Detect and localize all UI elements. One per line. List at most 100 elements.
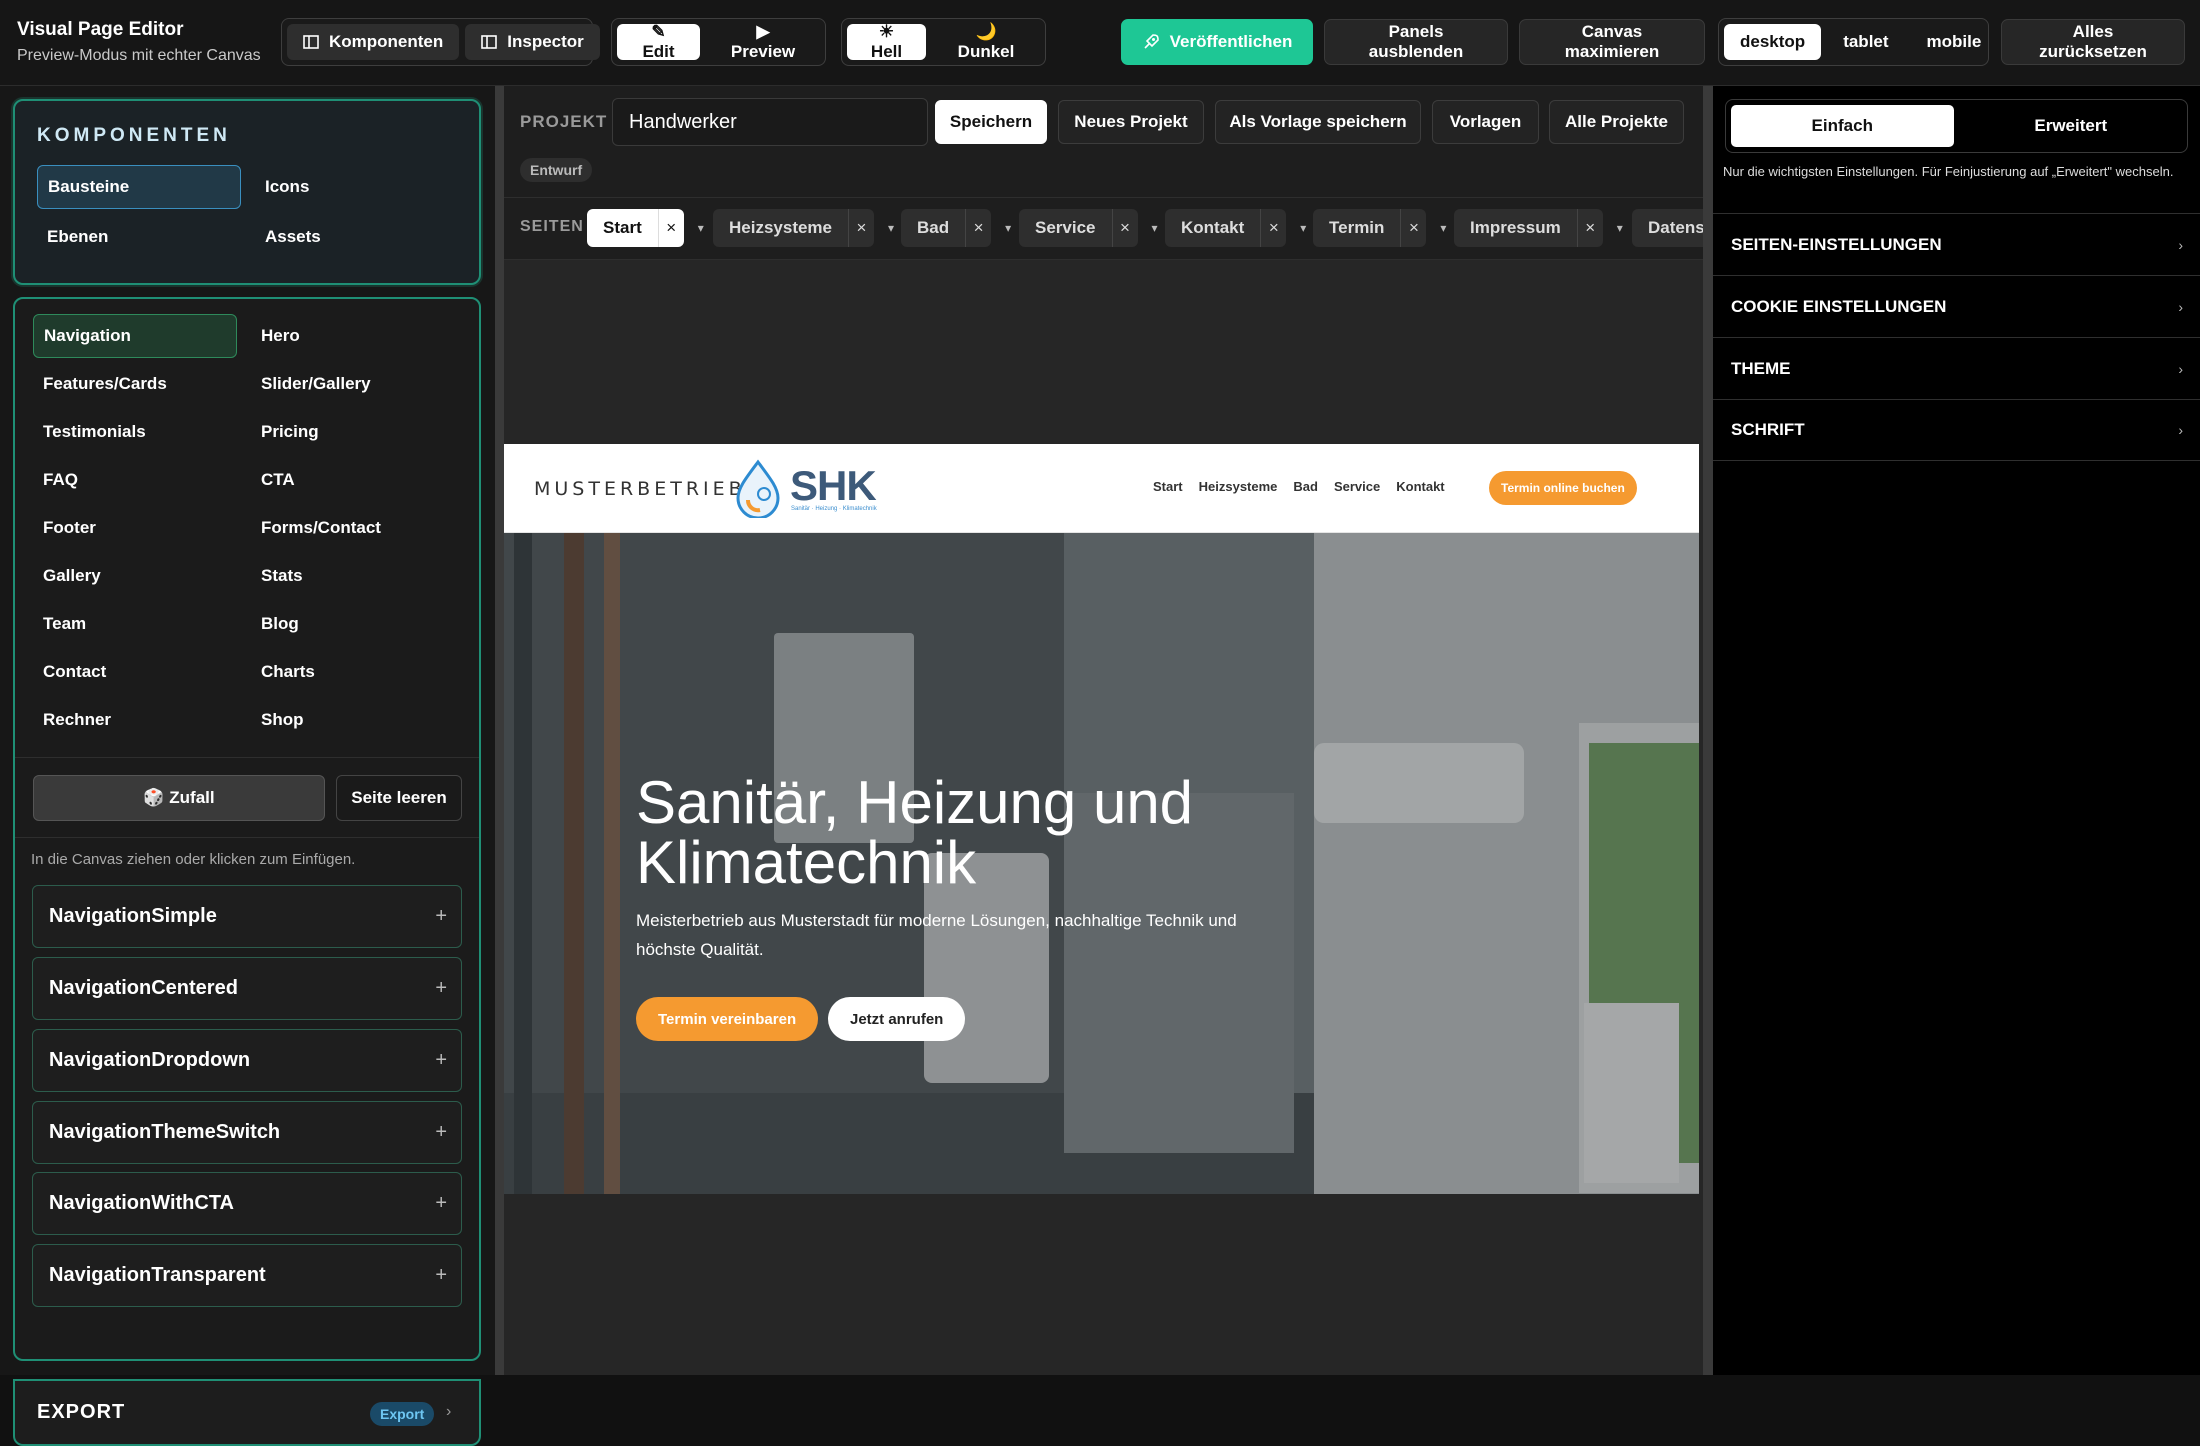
category-navigation[interactable]: Navigation: [33, 314, 237, 358]
hide-panels-button[interactable]: Panels ausblenden: [1324, 19, 1508, 65]
category-stats[interactable]: Stats: [251, 554, 455, 598]
page-tab-datenschutz[interactable]: Datens: [1632, 209, 1703, 247]
close-icon[interactable]: ×: [1400, 209, 1427, 247]
light-theme-button[interactable]: ☀ Hell: [847, 22, 927, 61]
page-tab-termin[interactable]: Termin × ▾: [1313, 209, 1454, 247]
component-item[interactable]: NavigationTransparent +: [32, 1244, 462, 1307]
category-cta[interactable]: CTA: [251, 458, 455, 502]
hero-secondary-button[interactable]: Jetzt anrufen: [828, 997, 966, 1041]
new-project-button[interactable]: Neues Projekt: [1058, 100, 1204, 144]
category-shop[interactable]: Shop: [251, 698, 455, 742]
tab-einfach[interactable]: Einfach: [1731, 105, 1954, 147]
hero-text[interactable]: Meisterbetrieb aus Musterstadt für moder…: [636, 906, 1276, 964]
site-nav-link[interactable]: Kontakt: [1396, 479, 1444, 494]
component-item[interactable]: NavigationThemeSwitch +: [32, 1101, 462, 1164]
category-slider-gallery[interactable]: Slider/Gallery: [251, 362, 455, 406]
category-faq[interactable]: FAQ: [33, 458, 237, 502]
category-hero[interactable]: Hero: [251, 314, 455, 358]
komponenten-panel-button[interactable]: Komponenten: [287, 24, 460, 60]
component-item[interactable]: NavigationSimple +: [32, 885, 462, 948]
clear-page-button[interactable]: Seite leeren: [336, 775, 462, 821]
category-testimonials[interactable]: Testimonials: [33, 410, 237, 454]
chevron-down-icon[interactable]: ▾: [997, 209, 1019, 247]
chevron-down-icon[interactable]: ▾: [1144, 209, 1166, 247]
site-nav-link[interactable]: Heizsysteme: [1199, 479, 1278, 494]
chevron-down-icon[interactable]: ▾: [1609, 209, 1631, 247]
save-button[interactable]: Speichern: [935, 100, 1047, 144]
close-icon[interactable]: ×: [965, 209, 992, 247]
close-icon[interactable]: ×: [1260, 209, 1287, 247]
preview-mode-button[interactable]: ▶ Preview: [706, 22, 820, 61]
component-item[interactable]: NavigationDropdown +: [32, 1029, 462, 1092]
category-pricing[interactable]: Pricing: [251, 410, 455, 454]
tab-erweitert[interactable]: Erweitert: [1960, 105, 2183, 147]
device-desktop-button[interactable]: desktop: [1724, 24, 1822, 60]
templates-button[interactable]: Vorlagen: [1432, 100, 1539, 144]
close-icon[interactable]: ×: [657, 209, 684, 247]
page-tab-label: Impressum: [1454, 209, 1577, 247]
tab-icons[interactable]: Icons: [255, 165, 459, 209]
close-icon[interactable]: ×: [848, 209, 875, 247]
panel-resizer[interactable]: [495, 86, 504, 1375]
category-features-cards[interactable]: Features/Cards: [33, 362, 237, 406]
page-tab-heizsysteme[interactable]: Heizsysteme × ▾: [713, 209, 902, 247]
hero-primary-button[interactable]: Termin vereinbaren: [636, 997, 819, 1041]
section-theme[interactable]: THEME ›: [1713, 337, 2200, 399]
category-footer[interactable]: Footer: [33, 506, 237, 550]
tab-bausteine[interactable]: Bausteine: [37, 165, 241, 209]
publish-button[interactable]: Veröffentlichen: [1121, 19, 1313, 65]
inspector-panel-button[interactable]: Inspector: [465, 24, 600, 60]
site-navbar[interactable]: MUSTERBETRIEB SHK Sanitär · Heizung · Kl…: [504, 444, 1699, 533]
tab-ebenen[interactable]: Ebenen: [37, 215, 241, 259]
category-team[interactable]: Team: [33, 602, 237, 646]
component-item[interactable]: NavigationWithCTA +: [32, 1172, 462, 1235]
category-blog[interactable]: Blog: [251, 602, 455, 646]
section-cookie-einstellungen[interactable]: COOKIE EINSTELLUNGEN ›: [1713, 275, 2200, 337]
chevron-down-icon[interactable]: ▾: [690, 209, 712, 247]
panel-resizer[interactable]: [1703, 86, 1713, 1375]
page-tab-start[interactable]: Start × ▾: [587, 209, 712, 247]
device-tablet-button[interactable]: tablet: [1827, 24, 1904, 60]
project-name-input[interactable]: [612, 98, 928, 146]
canvas-preview[interactable]: MUSTERBETRIEB SHK Sanitär · Heizung · Kl…: [504, 444, 1699, 1194]
chevron-down-icon[interactable]: ▾: [1292, 209, 1314, 247]
save-as-template-button[interactable]: Als Vorlage speichern: [1215, 100, 1421, 144]
section-schrift[interactable]: SCHRIFT ›: [1713, 399, 2200, 461]
site-nav-cta-button[interactable]: Termin online buchen: [1489, 471, 1637, 505]
component-item[interactable]: NavigationCentered +: [32, 957, 462, 1020]
close-icon[interactable]: ×: [1576, 209, 1603, 247]
hero-title[interactable]: Sanitär, Heizung und Klimatechnik: [636, 773, 1286, 893]
close-icon[interactable]: ×: [1111, 209, 1138, 247]
page-tab-impressum[interactable]: Impressum × ▾: [1454, 209, 1631, 247]
page-tab-service[interactable]: Service × ▾: [1019, 209, 1166, 247]
tab-assets[interactable]: Assets: [255, 215, 459, 259]
section-seiten-einstellungen[interactable]: SEITEN-EINSTELLUNGEN ›: [1713, 213, 2200, 275]
site-logo-text[interactable]: MUSTERBETRIEB: [534, 478, 746, 500]
random-button[interactable]: 🎲 Zufall: [33, 775, 325, 821]
chevron-down-icon[interactable]: ▾: [880, 209, 902, 247]
site-nav-link[interactable]: Service: [1334, 479, 1380, 494]
export-section[interactable]: EXPORT Export ›: [13, 1379, 481, 1446]
site-nav-link[interactable]: Bad: [1293, 479, 1318, 494]
category-gallery[interactable]: Gallery: [33, 554, 237, 598]
page-tab-bad[interactable]: Bad × ▾: [901, 209, 1019, 247]
maximize-canvas-button[interactable]: Canvas maximieren: [1519, 19, 1705, 65]
chevron-down-icon[interactable]: ▾: [1432, 209, 1454, 247]
category-charts[interactable]: Charts: [251, 650, 455, 694]
page-tab-label: Heizsysteme: [713, 209, 849, 247]
edit-mode-button[interactable]: ✎ Edit: [617, 22, 701, 61]
component-name: NavigationThemeSwitch: [49, 1121, 281, 1143]
site-hero[interactable]: Sanitär, Heizung und Klimatechnik Meiste…: [504, 533, 1699, 1194]
category-rechner[interactable]: Rechner: [33, 698, 237, 742]
panel-left-icon: [303, 35, 319, 49]
category-contact[interactable]: Contact: [33, 650, 237, 694]
dark-theme-button[interactable]: 🌙 Dunkel: [932, 22, 1040, 61]
page-tab-kontakt[interactable]: Kontakt × ▾: [1165, 209, 1314, 247]
all-projects-button[interactable]: Alle Projekte: [1549, 100, 1684, 144]
site-nav-link[interactable]: Start: [1153, 479, 1183, 494]
reset-all-button[interactable]: Alles zurücksetzen: [2001, 19, 2185, 65]
device-mobile-button[interactable]: mobile: [1911, 24, 1998, 60]
category-forms-contact[interactable]: Forms/Contact: [251, 506, 455, 550]
publish-label: Veröffentlichen: [1169, 32, 1293, 51]
component-name: NavigationTransparent: [49, 1264, 266, 1286]
